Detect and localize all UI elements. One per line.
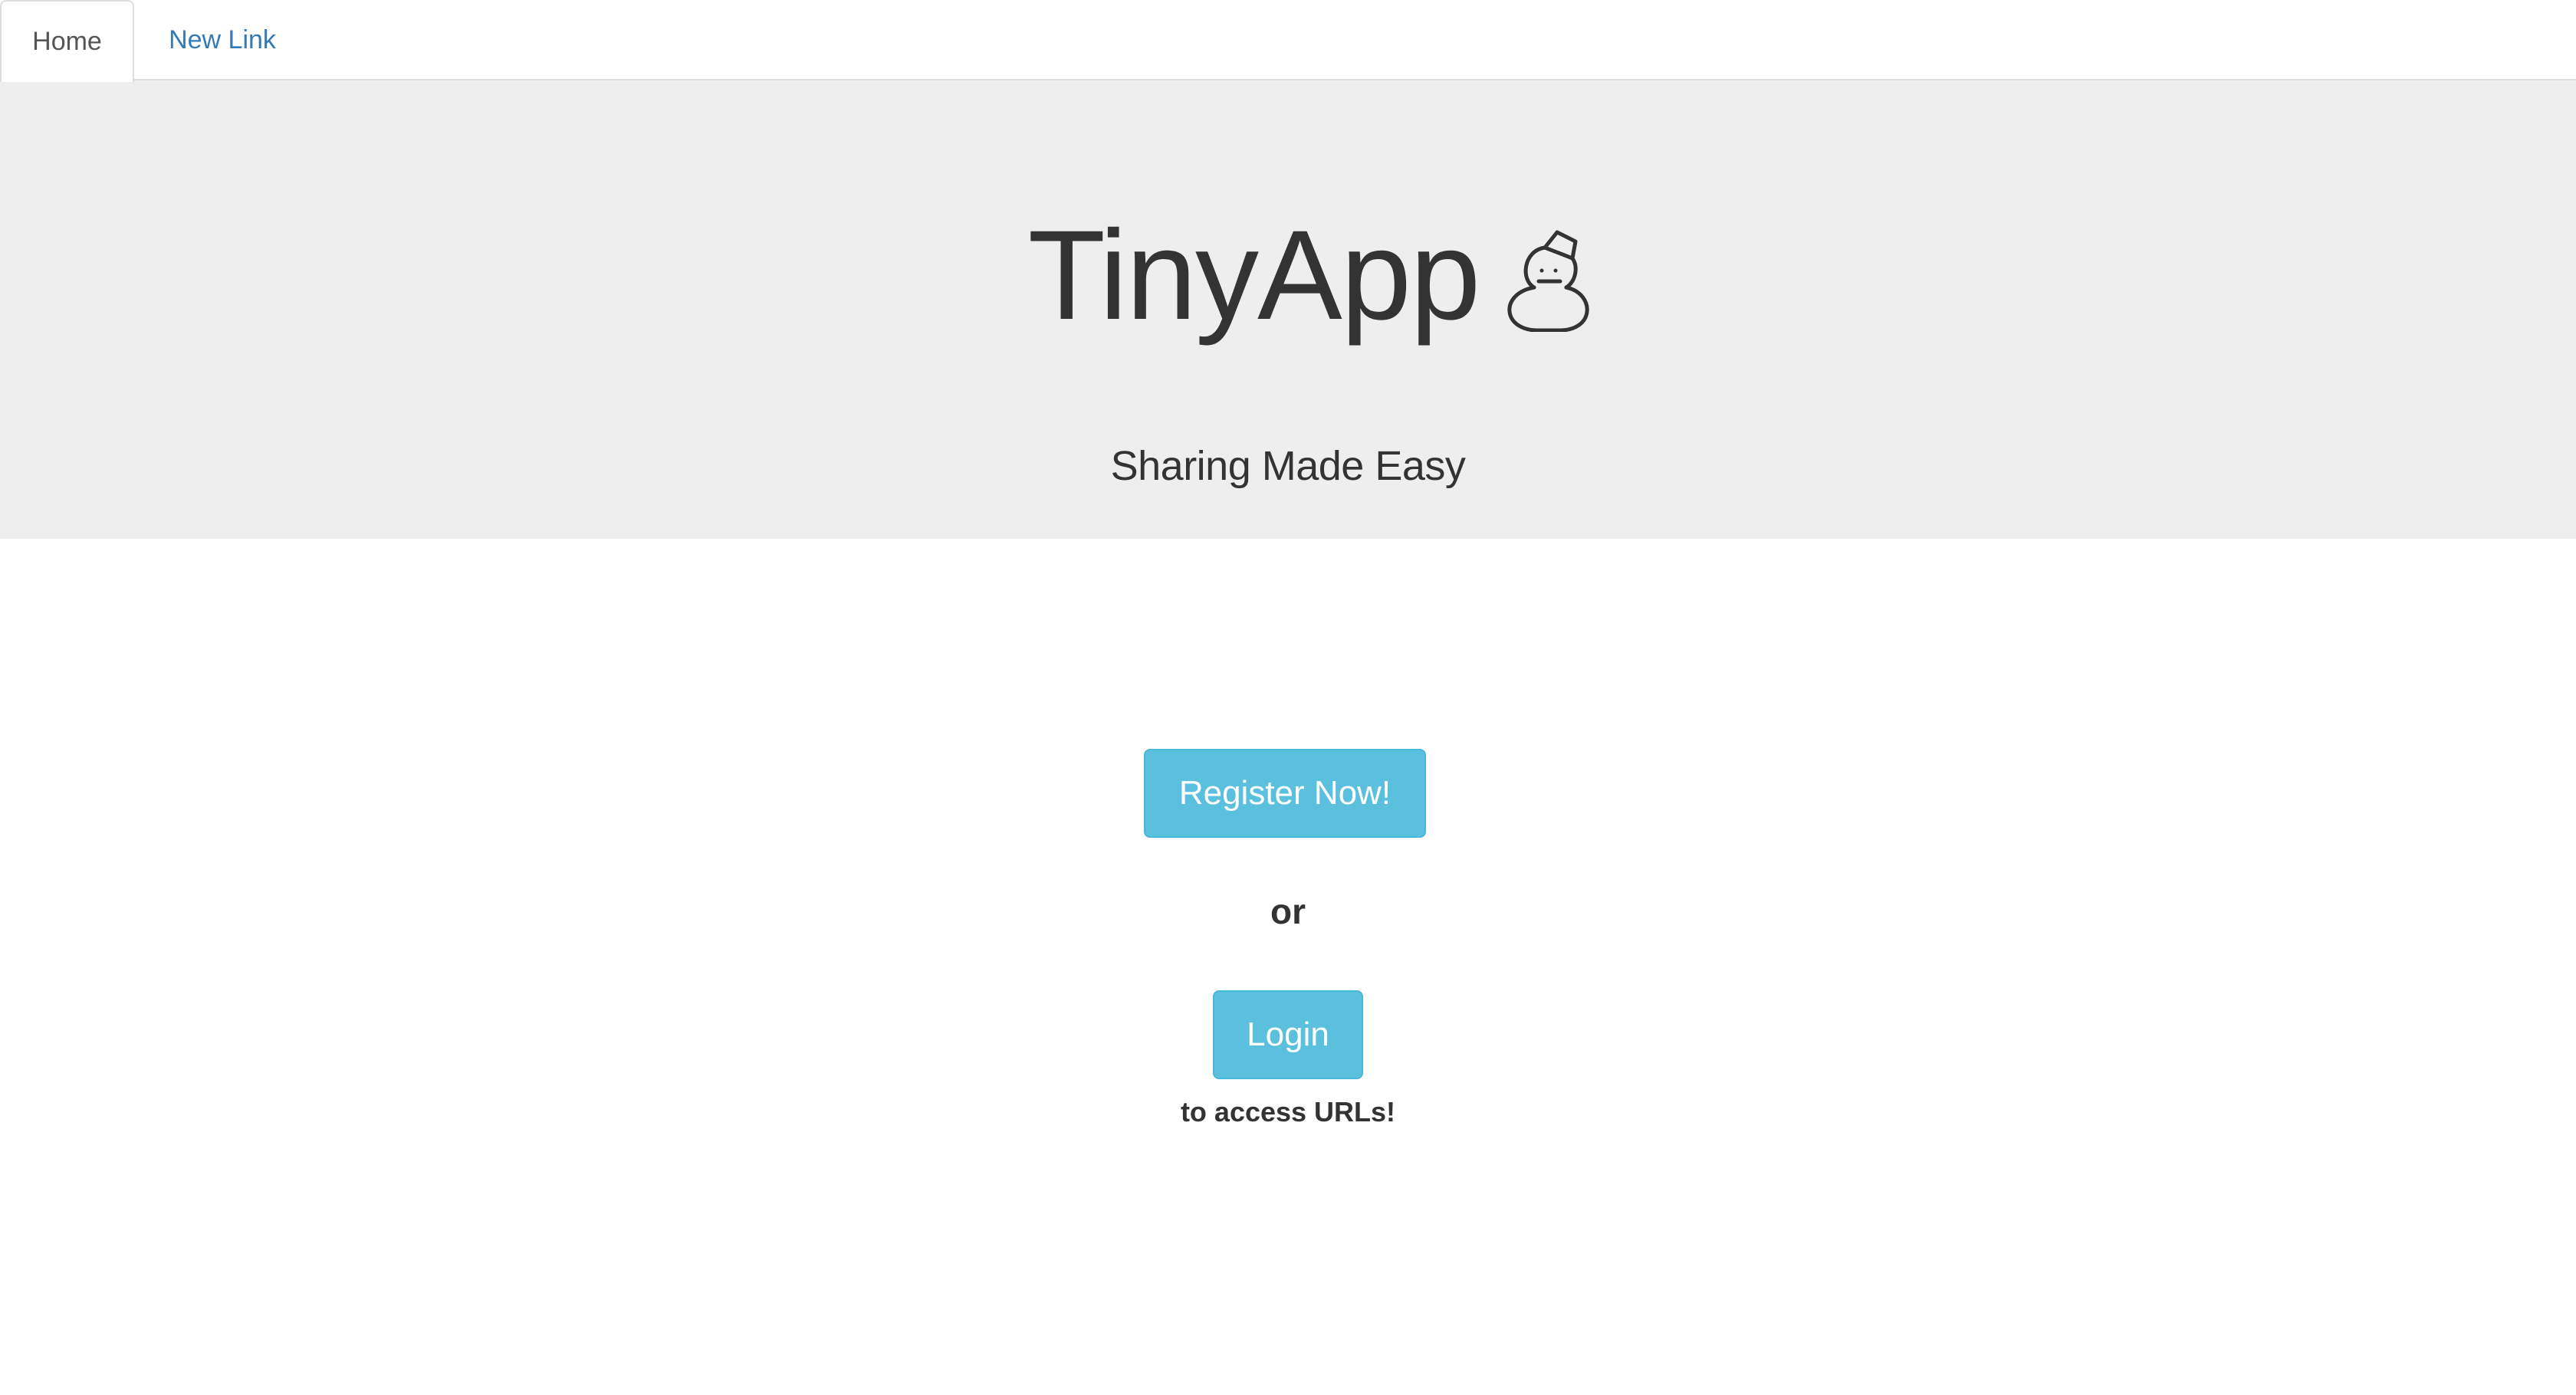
nav-tabs: Home New Link (0, 0, 2576, 82)
tagline: Sharing Made Easy (1110, 443, 1466, 489)
access-message: to access URLs! (1180, 1096, 1396, 1127)
tab-home[interactable]: Home (0, 0, 134, 82)
title-row: TinyApp (0, 205, 2576, 346)
login-button[interactable]: Login (1213, 990, 1363, 1079)
snowman-icon (1507, 230, 1589, 332)
app-title: TinyApp (1027, 205, 1481, 346)
or-separator: or (1270, 891, 1306, 931)
tab-new-link[interactable]: New Link (134, 0, 310, 80)
hero-banner: TinyApp Sharing Made Easy (0, 80, 2576, 539)
register-button[interactable]: Register Now! (1144, 749, 1426, 838)
